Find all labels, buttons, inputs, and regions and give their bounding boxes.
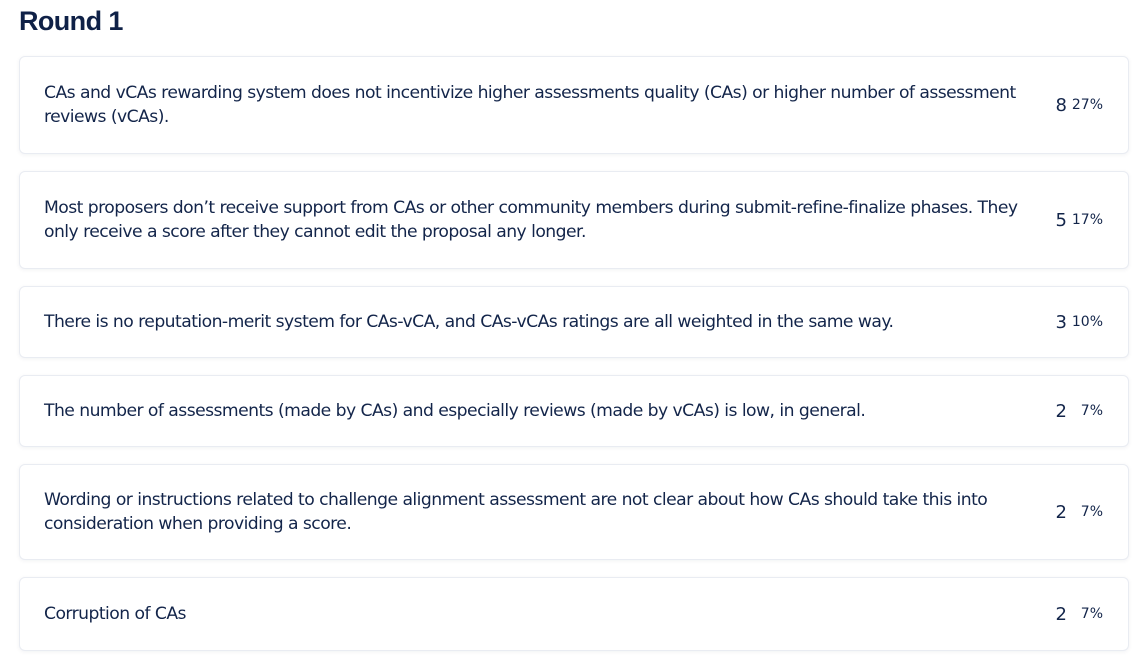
result-count: 5	[1055, 209, 1067, 231]
result-item: Corruption of CAs 2 7%	[19, 577, 1129, 651]
result-percent: 7%	[1080, 504, 1103, 520]
result-text: Most proposers don’t receive support fro…	[44, 198, 1018, 242]
results-list: CAs and vCAs rewarding system does not i…	[19, 56, 1129, 668]
result-item: CAs and vCAs rewarding system does not i…	[19, 56, 1129, 154]
result-text: CAs and vCAs rewarding system does not i…	[44, 83, 1016, 127]
result-text: Wording or instructions related to chall…	[44, 490, 988, 534]
result-count: 2	[1055, 603, 1067, 625]
result-count: 2	[1055, 501, 1067, 523]
page-title: Round 1	[19, 6, 123, 36]
result-item: The number of assessments (made by CAs) …	[19, 375, 1129, 447]
result-count: 2	[1055, 400, 1067, 422]
result-percent: 27%	[1071, 97, 1103, 113]
result-item: Wording or instructions related to chall…	[19, 464, 1129, 560]
result-item: Most proposers don’t receive support fro…	[19, 171, 1129, 269]
result-count: 8	[1055, 94, 1067, 116]
result-text: Corruption of CAs	[44, 604, 186, 624]
result-percent: 7%	[1080, 606, 1103, 622]
result-percent: 17%	[1071, 212, 1103, 228]
result-text: The number of assessments (made by CAs) …	[44, 401, 866, 421]
result-count: 3	[1055, 311, 1067, 333]
result-percent: 10%	[1071, 314, 1103, 330]
result-text: There is no reputation-merit system for …	[44, 312, 894, 332]
result-percent: 7%	[1080, 403, 1103, 419]
result-item: There is no reputation-merit system for …	[19, 286, 1129, 358]
